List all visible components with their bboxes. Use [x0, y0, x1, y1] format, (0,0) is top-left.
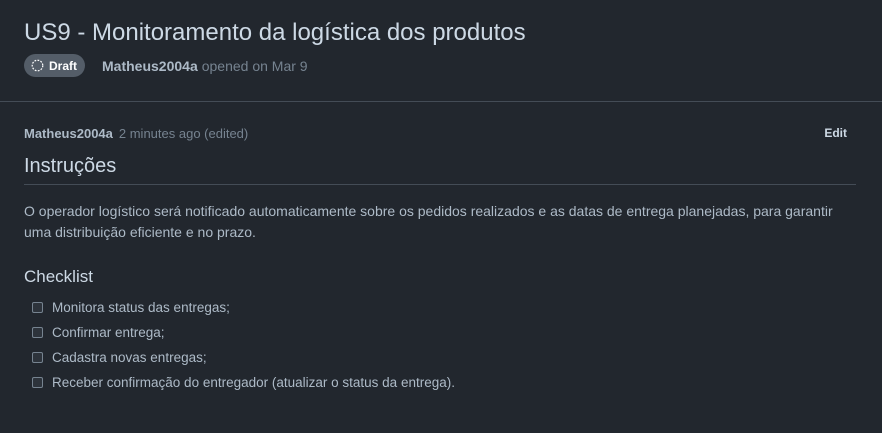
checklist-item: Monitora status das entregas;: [32, 295, 856, 320]
comment-timestamp[interactable]: 2 minutes ago (edited): [119, 126, 248, 141]
checklist: Monitora status das entregas; Confirmar …: [24, 295, 856, 395]
status-badge: Draft: [24, 54, 86, 77]
checklist-item-label: Monitora status das entregas;: [52, 300, 230, 315]
description-text: O operador logístico será notificado aut…: [24, 203, 833, 240]
comment-author-link[interactable]: Matheus2004a: [24, 126, 113, 141]
checklist-item: Confirmar entrega;: [32, 320, 856, 345]
checklist-checkbox[interactable]: [32, 377, 43, 388]
checklist-checkbox[interactable]: [32, 302, 43, 313]
checklist-item-label: Cadastra novas entregas;: [52, 350, 207, 365]
status-badge-label: Draft: [49, 58, 78, 73]
checklist-checkbox[interactable]: [32, 352, 43, 363]
issue-title: US9 - Monitoramento da logística dos pro…: [24, 19, 526, 46]
issue-meta: Draft Matheus2004a opened on Mar 9: [24, 54, 858, 77]
section-heading: Instruções: [24, 154, 856, 185]
comment-body: Instruções O operador logístico será not…: [24, 154, 856, 395]
issue-header: US9 - Monitoramento da logística dos pro…: [0, 0, 882, 102]
issue-author-link[interactable]: Matheus2004a: [102, 58, 198, 74]
checklist-heading: Checklist: [24, 267, 93, 286]
checklist-item: Cadastra novas entregas;: [32, 345, 856, 370]
checklist-checkbox[interactable]: [32, 327, 43, 338]
issue-page: US9 - Monitoramento da logística dos pro…: [0, 0, 882, 433]
edit-button[interactable]: Edit: [815, 122, 856, 144]
checklist-item-label: Confirmar entrega;: [52, 325, 165, 340]
checklist-item: Receber confirmação do entregador (atual…: [32, 370, 856, 395]
draft-icon: [31, 59, 44, 72]
issue-comment: Matheus2004a 2 minutes ago (edited) Edit…: [0, 102, 882, 395]
issue-opened-text: opened on Mar 9: [201, 57, 308, 74]
checklist-item-label: Receber confirmação do entregador (atual…: [52, 375, 455, 390]
